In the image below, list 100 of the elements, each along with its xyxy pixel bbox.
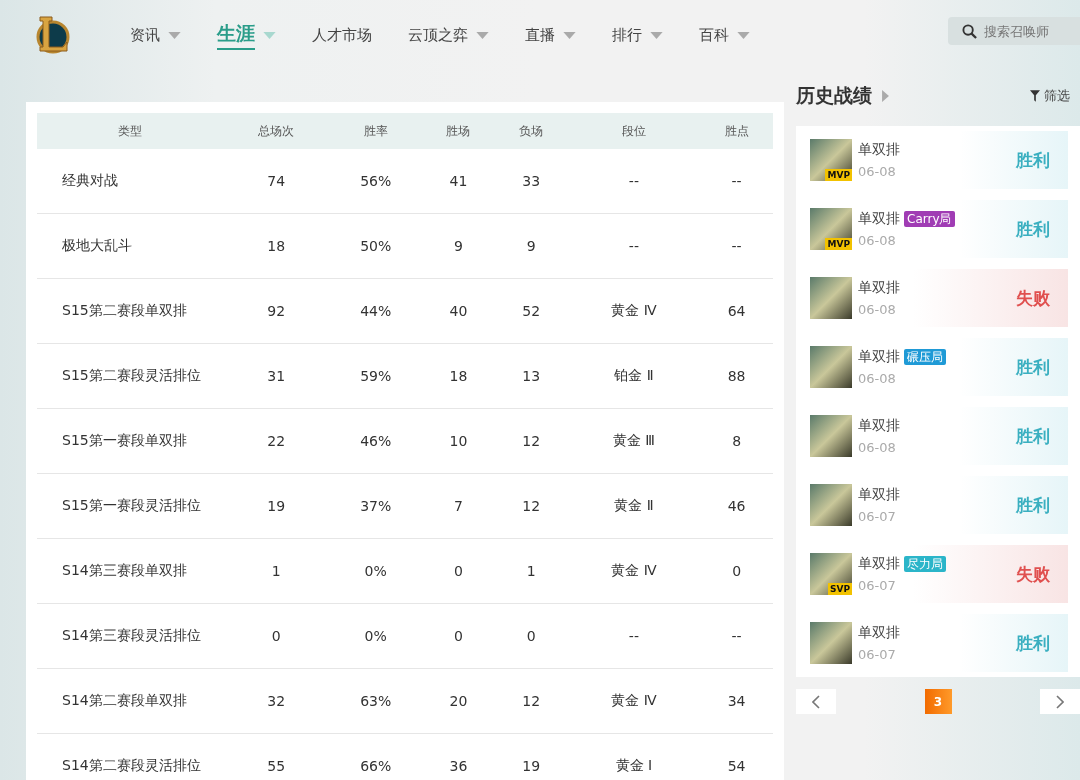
filter-button[interactable]: 筛选	[1030, 87, 1070, 105]
column-header: 总场次	[223, 113, 330, 149]
table-cell: 8	[700, 408, 773, 474]
nav-tab[interactable]: 直播	[507, 15, 594, 55]
table-cell: 46	[700, 473, 773, 539]
match-result: 胜利	[1016, 148, 1050, 172]
match-result: 胜利	[1016, 493, 1050, 517]
table-cell: 极地大乱斗	[37, 213, 223, 279]
table-cell: 9	[494, 213, 568, 279]
match-item[interactable]: SVP 单双排 尽力局 06-07 失败	[810, 545, 1068, 603]
table-cell: 10	[422, 408, 495, 474]
table-cell: 46%	[329, 408, 423, 474]
triangle-right-icon[interactable]	[882, 90, 889, 102]
table-cell: 44%	[329, 278, 423, 344]
game-mode: 单双排	[858, 210, 900, 228]
table-cell: 1	[223, 538, 330, 604]
table-cell: 32	[223, 668, 330, 734]
match-date: 06-08	[858, 164, 897, 179]
table-cell: 黄金 Ⅱ	[567, 473, 701, 539]
game-mode: 单双排	[858, 417, 900, 435]
table-cell: 56%	[329, 149, 423, 214]
nav-tab[interactable]: 资讯	[112, 15, 199, 55]
column-header: 段位	[567, 113, 701, 149]
table-cell: S14第二赛段单双排	[37, 668, 223, 734]
match-result: 胜利	[1016, 217, 1050, 241]
table-cell: 40	[422, 278, 495, 344]
table-cell: 0%	[329, 603, 423, 669]
game-mode: 单双排	[858, 555, 900, 573]
table-cell: 7	[422, 473, 495, 539]
table-cell: 66%	[329, 733, 423, 780]
match-date: 06-08	[858, 302, 897, 317]
table-cell: 0	[422, 538, 495, 604]
table-cell: 黄金 Ⅳ	[567, 668, 701, 734]
table-cell: 0%	[329, 538, 423, 604]
table-cell: 52	[494, 278, 568, 344]
rating-badge: SVP	[827, 583, 852, 595]
match-date: 06-08	[858, 233, 897, 248]
match-item[interactable]: 单双排 碾压局 06-08 胜利	[810, 338, 1068, 396]
table-cell: 74	[223, 149, 330, 214]
column-header: 负场	[494, 113, 568, 149]
game-mode: 单双排	[858, 348, 900, 366]
match-item[interactable]: 单双排 06-07 胜利	[810, 614, 1068, 672]
table-cell: 19	[223, 473, 330, 539]
match-result: 胜利	[1016, 355, 1050, 379]
match-item[interactable]: 单双排 06-08 胜利	[810, 407, 1068, 465]
match-date: 06-08	[858, 371, 897, 386]
table-cell: 36	[422, 733, 495, 780]
photo-placeholder	[810, 415, 852, 457]
table-cell: S14第二赛段灵活排位	[37, 733, 223, 780]
table-cell: 经典对战	[37, 149, 223, 214]
column-header: 胜场	[422, 113, 495, 149]
chevron-left-icon	[812, 694, 820, 709]
match-item[interactable]: 单双排 06-08 失败	[810, 269, 1068, 327]
match-date: 06-07	[858, 509, 897, 524]
rating-badge: MVP	[825, 169, 852, 181]
game-mode: 单双排	[858, 279, 900, 297]
table-cell: 18	[223, 213, 330, 279]
previous-button[interactable]	[796, 689, 836, 714]
nav-tab[interactable]: 人才市场	[294, 15, 390, 55]
table-cell: --	[567, 603, 701, 669]
table-cell: 19	[494, 733, 568, 780]
nav-tab[interactable]: 排行	[594, 15, 681, 55]
table-cell: 黄金 Ⅳ	[567, 278, 701, 344]
table-cell: 0	[422, 603, 495, 669]
match-item[interactable]: 单双排 06-07 胜利	[810, 476, 1068, 534]
table-cell: 9	[422, 213, 495, 279]
photo-placeholder	[810, 346, 852, 388]
match-tag: Carry局	[904, 211, 955, 227]
match-result: 失败	[1016, 286, 1050, 310]
table-cell: 黄金 Ⅳ	[567, 538, 701, 604]
game-mode: 单双排	[858, 624, 900, 642]
match-item[interactable]: MVP 单双排 Carry局 06-08 胜利	[810, 200, 1068, 258]
table-cell: 37%	[329, 473, 423, 539]
table-cell: 34	[700, 668, 773, 734]
table-cell: S15第二赛段灵活排位	[37, 343, 223, 409]
game-mode: 单双排	[858, 486, 900, 504]
history-title: 历史战绩	[796, 83, 872, 108]
match-item[interactable]: MVP 单双排 06-08 胜利	[810, 131, 1068, 189]
funnel-icon	[1030, 90, 1040, 102]
search-field[interactable]: 搜索召唤师	[948, 17, 1080, 45]
match-result: 胜利	[1016, 424, 1050, 448]
photo-placeholder	[810, 622, 852, 664]
table-cell: 22	[223, 408, 330, 474]
chevron-right-icon	[1056, 694, 1064, 709]
table-cell: 41	[422, 149, 495, 214]
table-cell: 12	[494, 473, 568, 539]
game-mode: 单双排	[858, 141, 900, 159]
next-button[interactable]	[1040, 689, 1080, 714]
search-icon	[962, 24, 977, 39]
nav-tab[interactable]: 百科	[681, 15, 768, 55]
table-cell: 0	[494, 603, 568, 669]
match-result: 胜利	[1016, 631, 1050, 655]
table-cell: 13	[494, 343, 568, 409]
match-result: 失败	[1016, 562, 1050, 586]
table-cell: 1	[494, 538, 568, 604]
table-cell: 64	[700, 278, 773, 344]
column-header: 类型	[37, 113, 223, 149]
match-date: 06-07	[858, 647, 897, 662]
nav-tab[interactable]: 云顶之弈	[390, 15, 507, 55]
table-cell: 0	[223, 603, 330, 669]
